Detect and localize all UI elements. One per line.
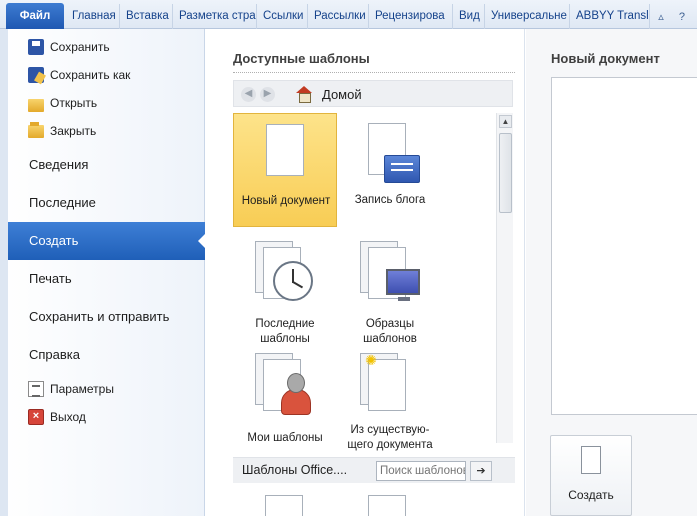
person-avatar-icon [287,373,305,393]
breadcrumb-home[interactable]: Домой [322,87,362,102]
options-label: Параметры [50,382,114,396]
template-label-line1: Из существую- [350,424,430,436]
template-blank-document[interactable]: Новый документ [233,113,337,227]
scroll-up-icon[interactable]: ▲ [499,115,512,128]
search-arrow-icon[interactable]: ➔ [470,461,492,481]
tab-insert[interactable]: Вставка [120,4,173,29]
open-command[interactable]: Открыть [28,92,97,114]
save-icon [28,39,44,55]
monitor-icon [386,269,420,295]
template-label-line1: Образцы [365,318,415,330]
close-label: Закрыть [50,124,97,138]
template-label: Новый документ [241,195,331,207]
template-label: Мои шаблоны [247,432,323,444]
office-templates-bar: Шаблоны Office.... ➔ [233,457,515,483]
template-label-line2: щего документа [347,439,433,451]
close-command[interactable]: Закрыть [28,120,96,142]
nav-edge-strip [0,29,8,516]
template-label: Запись блога [354,194,426,206]
template-label-line2: шаблоны [260,333,310,345]
save-label: Сохранить [50,40,110,54]
preview-panel: Новый документ Создать [526,29,697,516]
office-templates-label: Шаблоны Office.... [242,463,348,477]
tab-file[interactable]: Файл [6,3,64,29]
tab-references[interactable]: Ссылки [257,4,308,29]
office-template-thumb-1[interactable] [265,495,303,516]
templates-scrollbar[interactable]: ▲ [496,113,513,443]
nav-tab-new[interactable]: Создать [8,222,206,260]
template-blog-post[interactable]: Запись блога [338,113,442,227]
back-arrow-icon[interactable]: ◀ [241,87,256,102]
save-as-label: Сохранить как [50,68,131,82]
nav-tab-info[interactable]: Сведения [8,146,205,184]
backstage-nav: Сохранить Сохранить как Открыть Закрыть … [0,29,206,516]
ribbon-tab-strip: Файл Главная Вставка Разметка стра Ссылк… [0,0,697,29]
available-templates-title: Доступные шаблоны [233,51,370,66]
nav-tab-print[interactable]: Печать [8,260,205,298]
tab-page-layout[interactable]: Разметка стра [173,4,257,29]
exit-label: Выход [50,410,86,424]
template-label-line1: Последние [255,318,315,330]
options-icon [28,381,44,397]
clock-icon [273,261,313,301]
tab-universal[interactable]: Универсальне [485,4,570,29]
tab-abbyy-translator[interactable]: ABBYY Translat [570,4,650,29]
open-folder-icon [28,98,44,112]
tab-review[interactable]: Рецензирова [369,4,453,29]
nav-tab-help[interactable]: Справка [8,336,205,374]
save-command[interactable]: Сохранить [28,36,110,58]
open-label: Открыть [50,96,98,110]
template-my-templates[interactable]: Мои шаблоны [233,349,337,449]
template-label-line2: шаблонов [363,333,417,345]
save-as-command[interactable]: Сохранить как [28,64,130,86]
nav-tab-save-and-send[interactable]: Сохранить и отправить [8,298,205,336]
create-button[interactable]: Создать [550,435,632,516]
blank-document-icon [266,124,304,176]
exit-command[interactable]: × Выход [28,406,86,428]
preview-title: Новый документ [551,51,660,66]
save-as-icon [28,67,44,83]
new-document-icon [581,446,601,474]
speech-bubble-icon [384,155,420,183]
template-samples[interactable]: Образцы шаблонов [338,235,442,349]
options-command[interactable]: Параметры [28,378,114,400]
template-recent[interactable]: Последние шаблоны [233,235,337,349]
available-templates-panel: Доступные шаблоны ◀ ▶ Домой Новый докуме… [206,29,525,516]
home-icon[interactable] [296,86,312,103]
title-divider [233,72,515,73]
monitor-stand [398,297,410,301]
office-template-thumb-2[interactable] [368,495,406,516]
tab-home[interactable]: Главная [66,4,120,29]
tab-mailings[interactable]: Рассылки [308,4,369,29]
templates-breadcrumb-bar: ◀ ▶ Домой [233,80,513,107]
nav-tab-recent[interactable]: Последние [8,184,205,222]
document-preview [551,77,697,415]
close-folder-icon [28,121,44,138]
forward-arrow-icon[interactable]: ▶ [260,87,275,102]
template-new-from-existing[interactable]: ✺ Из существую- щего документа [338,349,442,453]
sparkle-icon: ✺ [365,352,377,368]
exit-icon: × [28,409,44,425]
template-search-input[interactable] [376,461,466,481]
create-button-label: Создать [568,488,614,502]
tab-view[interactable]: Вид [453,4,485,29]
scroll-thumb[interactable] [499,133,512,213]
ribbon-help-controls[interactable]: ▵ ? [658,10,691,23]
